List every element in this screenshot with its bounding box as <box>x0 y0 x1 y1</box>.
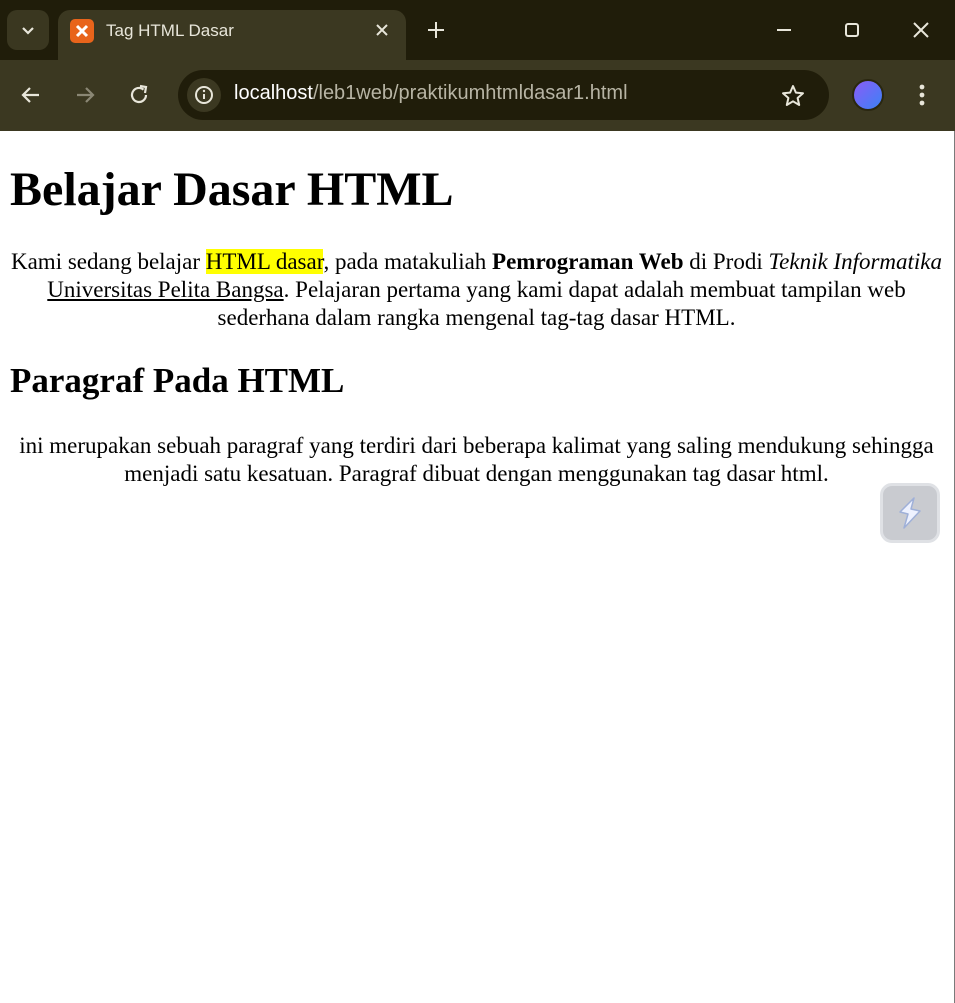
url-host: localhost <box>234 82 313 104</box>
xampp-icon <box>70 19 94 43</box>
back-button[interactable] <box>13 77 49 113</box>
tab-strip: Tag HTML Dasar <box>0 0 955 60</box>
underline-text: Universitas Pelita Bangsa <box>47 277 284 302</box>
browser-menu-button[interactable] <box>906 77 938 113</box>
p1-text-3: di Prodi <box>683 249 769 274</box>
italic-text: Teknik Informatika <box>768 249 943 274</box>
profile-avatar[interactable] <box>852 79 884 111</box>
site-info-button[interactable] <box>187 78 221 112</box>
browser-chrome: Tag HTML Dasar localhost/leb1web/praktik… <box>0 0 955 131</box>
tab-title: Tag HTML Dasar <box>106 21 234 40</box>
url-text[interactable]: localhost/leb1web/praktikumhtmldasar1.ht… <box>234 82 628 105</box>
more-vertical-icon <box>919 84 925 106</box>
maximize-icon <box>845 23 859 37</box>
new-tab-button[interactable] <box>422 14 450 46</box>
section-heading: Paragraf Pada HTML <box>10 361 345 400</box>
page-content: Belajar Dasar HTML Kami sedang belajar H… <box>0 131 955 1003</box>
p1-text-1: Kami sedang belajar <box>10 249 206 274</box>
tab-search-button[interactable] <box>7 10 49 50</box>
lightning-icon <box>899 497 921 529</box>
tab-active[interactable]: Tag HTML Dasar <box>58 10 406 60</box>
intro-paragraph: Kami sedang belajar HTML dasar, pada mat… <box>10 248 943 332</box>
arrow-right-icon <box>77 87 95 103</box>
page-heading: Belajar Dasar HTML <box>10 163 454 216</box>
arrow-left-icon <box>21 87 39 103</box>
close-window-button[interactable] <box>901 12 941 48</box>
forward-button[interactable] <box>67 77 103 113</box>
reload-icon <box>130 84 148 104</box>
minimize-icon <box>777 29 791 31</box>
info-icon <box>195 86 213 104</box>
plus-icon <box>428 22 444 38</box>
close-icon <box>376 24 388 36</box>
highlighted-text: HTML dasar <box>205 249 324 274</box>
url-path: /leb1web/praktikumhtmldasar1.html <box>312 82 628 104</box>
p1-text-5: . Pelajaran pertama yang kami dapat adal… <box>217 277 906 330</box>
star-icon <box>782 85 804 106</box>
floating-extension-button[interactable] <box>880 483 940 543</box>
close-tab-button[interactable] <box>370 18 394 42</box>
browser-toolbar: localhost/leb1web/praktikumhtmldasar1.ht… <box>0 60 955 131</box>
p1-text-2: , pada matakuliah <box>323 249 493 274</box>
bold-text: Pemrograman Web <box>492 249 684 274</box>
minimize-button[interactable] <box>764 12 804 48</box>
bookmark-button[interactable] <box>778 81 808 111</box>
paragraph: ini merupakan sebuah paragraf yang terdi… <box>19 433 934 486</box>
close-icon <box>913 22 929 38</box>
reload-button[interactable] <box>121 77 157 113</box>
chevron-down-icon <box>22 27 34 35</box>
maximize-button[interactable] <box>832 12 872 48</box>
address-bar[interactable]: localhost/leb1web/praktikumhtmldasar1.ht… <box>178 70 829 120</box>
